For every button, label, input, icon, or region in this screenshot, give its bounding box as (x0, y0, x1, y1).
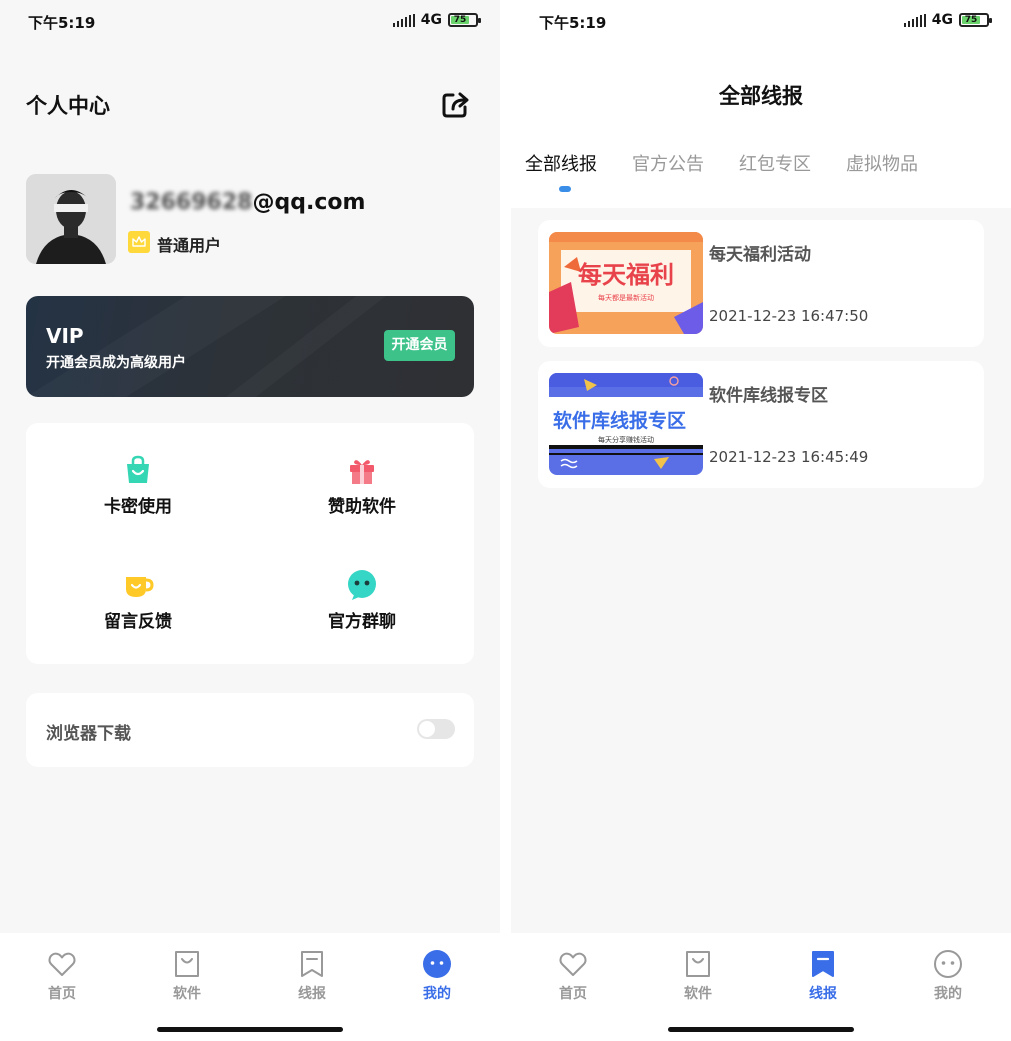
tab-label: 软件 (173, 986, 201, 1002)
news-item[interactable]: 软件库线报专区 每天分享赚钱活动 软件库线报专区 2021-12-23 16:4… (538, 361, 984, 488)
screen-divider (500, 0, 511, 1041)
status-time: 下午5:19 (539, 14, 607, 32)
thumb-title: 软件库线报专区 (553, 409, 686, 432)
smile-icon (934, 950, 962, 978)
heart-icon (559, 952, 587, 976)
status-icons: 4G 75 (392, 12, 481, 28)
news-item[interactable]: 每天福利 每天都是最新活动 每天福利活动 2021-12-23 16:47:50 (538, 220, 984, 347)
avatar[interactable] (26, 174, 116, 264)
share-icon[interactable] (440, 88, 472, 120)
bookmark-icon (812, 951, 834, 977)
tab-news[interactable]: 线报 (282, 949, 342, 1003)
battery-level: 75 (962, 16, 980, 25)
grid-label: 官方群聊 (328, 612, 396, 632)
thumb-subtitle: 每天都是最新活动 (598, 293, 654, 302)
grid-item-sponsor[interactable]: 赞助软件 (282, 454, 442, 517)
tab-label: 软件 (684, 986, 712, 1002)
grid-item-card-code[interactable]: 卡密使用 (58, 454, 218, 517)
battery-icon: 75 (448, 13, 481, 27)
thumb-title: 每天福利 (578, 261, 674, 289)
news-thumbnail: 每天福利 每天都是最新活动 (549, 232, 703, 334)
user-email: 32669628@qq.com (130, 190, 365, 215)
tab-mine[interactable]: 我的 (918, 949, 978, 1003)
cup-icon (126, 577, 154, 597)
bottom-tab-bar: 首页 软件 线报 我的 (0, 933, 500, 1041)
tab-red-packets[interactable]: 红包专区 (739, 150, 811, 176)
thumb-subtitle: 每天分享赚钱活动 (598, 435, 654, 444)
user-type-label: 普通用户 (157, 236, 222, 255)
tab-label: 线报 (809, 986, 837, 1002)
profile-screen: 下午5:19 4G 75 个人中心 32669628@qq.com 普通用户 V… (0, 0, 500, 1041)
status-icons: 4G 75 (903, 12, 992, 28)
status-time: 下午5:19 (28, 14, 96, 32)
news-screen: 下午5:19 4G 75 全部线报 全部线报 官方公告 红包专区 虚拟物品 每天… (511, 0, 1011, 1041)
tab-software[interactable]: 软件 (157, 949, 217, 1003)
tab-mine[interactable]: 我的 (407, 949, 467, 1003)
open-membership-button[interactable]: 开通会员 (384, 330, 455, 361)
welfare-banner-image: 每天福利 每天都是最新活动 (549, 232, 703, 334)
home-indicator[interactable] (157, 1027, 343, 1032)
status-bar: 下午5:19 4G 75 (511, 0, 1011, 44)
tab-label: 首页 (48, 986, 76, 1002)
feature-grid: 卡密使用 赞助软件 留言反馈 官方群聊 (26, 423, 474, 664)
battery-level: 75 (451, 16, 469, 25)
software-banner-image: 软件库线报专区 每天分享赚钱活动 (549, 373, 703, 475)
tab-software[interactable]: 软件 (668, 949, 728, 1003)
bottom-tab-bar: 首页 软件 线报 我的 (511, 933, 1011, 1041)
heart-icon (48, 952, 76, 976)
page-title: 个人中心 (26, 94, 110, 118)
vip-subtitle: 开通会员成为高级用户 (46, 355, 186, 371)
news-header: 全部线报 全部线报 官方公告 红包专区 虚拟物品 (511, 44, 1011, 208)
tab-label: 线报 (298, 986, 326, 1002)
tab-label: 我的 (423, 986, 451, 1002)
status-bar: 下午5:19 4G 75 (0, 0, 500, 44)
bookmark-icon (301, 951, 323, 977)
bag-icon (175, 951, 199, 977)
setting-label: 浏览器下载 (46, 724, 131, 744)
tab-announcements[interactable]: 官方公告 (632, 150, 704, 176)
gift-icon (350, 460, 374, 484)
news-title: 软件库线报专区 (709, 386, 828, 406)
news-time: 2021-12-23 16:47:50 (709, 307, 869, 325)
crown-icon (128, 231, 150, 253)
bag-icon (686, 951, 710, 977)
news-time: 2021-12-23 16:45:49 (709, 448, 869, 466)
active-tab-indicator (559, 186, 571, 192)
email-domain: @qq.com (252, 190, 366, 215)
email-masked: 32669628 (130, 190, 253, 215)
avatar-portrait-icon (26, 174, 116, 264)
tab-home[interactable]: 首页 (32, 949, 92, 1003)
news-title: 每天福利活动 (709, 245, 811, 265)
news-thumbnail: 软件库线报专区 每天分享赚钱活动 (549, 373, 703, 475)
tab-home[interactable]: 首页 (543, 949, 603, 1003)
grid-label: 卡密使用 (104, 497, 172, 517)
home-indicator[interactable] (668, 1027, 854, 1032)
tab-news[interactable]: 线报 (793, 949, 853, 1003)
network-label: 4G (420, 12, 442, 28)
tab-virtual-goods[interactable]: 虚拟物品 (846, 150, 918, 176)
vip-title: VIP (46, 324, 84, 348)
signal-icon (903, 13, 926, 27)
bag-icon (127, 455, 149, 483)
browser-download-toggle[interactable] (417, 719, 455, 739)
tab-label: 首页 (559, 986, 587, 1002)
grid-item-feedback[interactable]: 留言反馈 (58, 569, 218, 632)
page-title: 全部线报 (719, 84, 803, 108)
tab-all-news[interactable]: 全部线报 (525, 150, 597, 176)
vip-card[interactable]: VIP 开通会员成为高级用户 开通会员 (26, 296, 474, 397)
grid-item-group-chat[interactable]: 官方群聊 (282, 569, 442, 632)
grid-label: 赞助软件 (328, 497, 396, 517)
grid-label: 留言反馈 (104, 612, 172, 632)
tab-label: 我的 (934, 986, 962, 1002)
signal-icon (392, 13, 415, 27)
browser-download-setting: 浏览器下载 (26, 693, 474, 767)
battery-icon: 75 (959, 13, 992, 27)
chat-icon (348, 570, 376, 600)
network-label: 4G (931, 12, 953, 28)
toggle-knob (419, 721, 435, 737)
smile-icon (423, 950, 451, 978)
